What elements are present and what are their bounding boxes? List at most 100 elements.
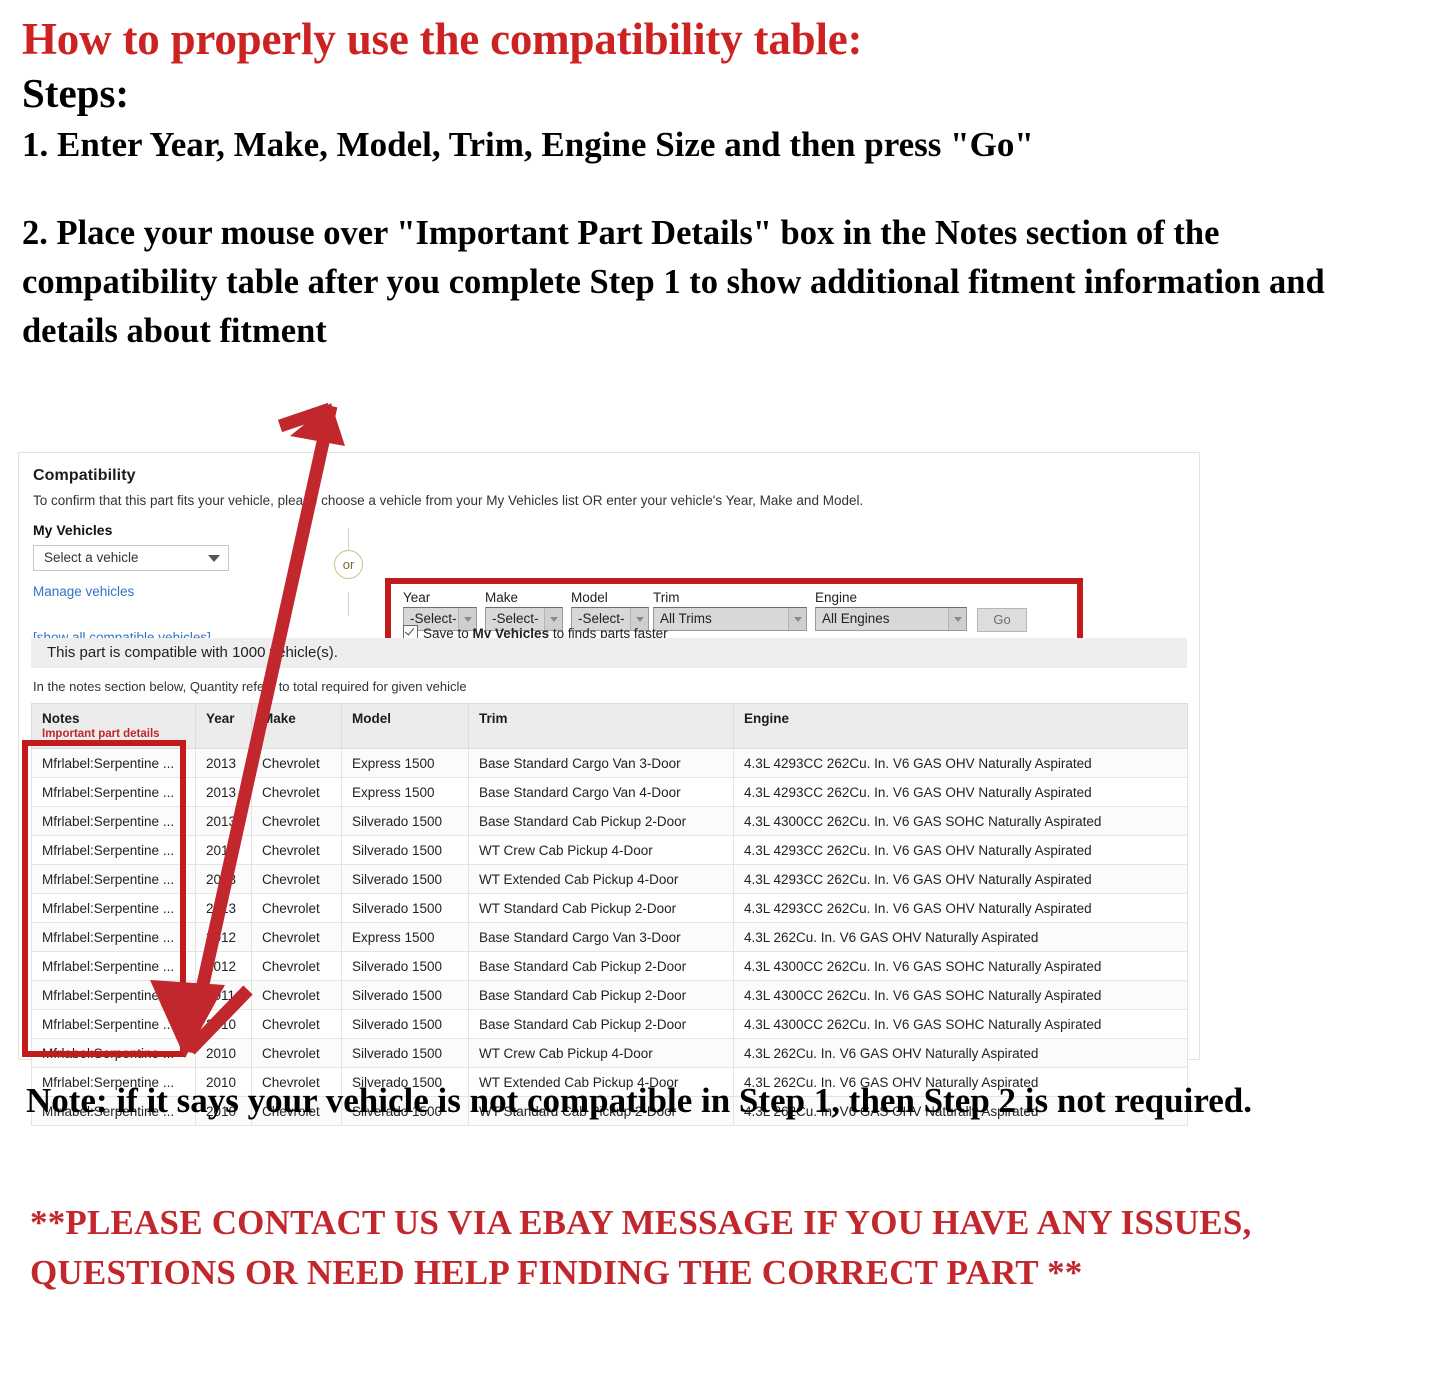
notes-header-label: Notes: [42, 711, 80, 726]
my-vehicles-select[interactable]: Select a vehicle: [33, 545, 229, 571]
cell-notes[interactable]: Mfrlabel:Serpentine ...: [31, 893, 196, 923]
or-line-bottom: [348, 592, 349, 616]
cell-make: Chevrolet: [251, 951, 342, 981]
or-badge: or: [334, 550, 363, 579]
year-label: Year: [403, 590, 431, 605]
cell-trim: WT Extended Cab Pickup 4-Door: [468, 864, 734, 894]
cell-engine: 4.3L 4293CC 262Cu. In. V6 GAS OHV Natura…: [733, 777, 1188, 807]
table-header-row: Notes Important part details Year Make M…: [31, 703, 1188, 749]
cell-notes[interactable]: Mfrlabel:Serpentine ...: [31, 864, 196, 894]
arrow-head-top: [290, 403, 345, 446]
footer-note: Note: if it says your vehicle is not com…: [26, 1081, 1252, 1120]
column-header-make[interactable]: Make: [251, 703, 342, 749]
cell-model: Silverado 1500: [341, 835, 469, 865]
engine-field: Engine All Engines: [815, 590, 967, 631]
trim-field: Trim All Trims: [653, 590, 807, 631]
trim-select[interactable]: All Trims: [653, 607, 807, 631]
cell-engine: 4.3L 4300CC 262Cu. In. V6 GAS SOHC Natur…: [733, 980, 1188, 1010]
cell-trim: Base Standard Cab Pickup 2-Door: [468, 980, 734, 1010]
engine-select-value: All Engines: [822, 611, 890, 626]
cell-notes[interactable]: Mfrlabel:Serpentine ...: [31, 748, 196, 778]
compatibility-heading: Compatibility: [33, 467, 136, 484]
table-row: Mfrlabel:Serpentine ... 2010 Chevrolet Silv…: [31, 1009, 1188, 1039]
column-header-notes[interactable]: Notes Important part details: [31, 703, 196, 749]
cell-notes[interactable]: Mfrlabel:Serpentine ...: [31, 922, 196, 952]
cell-year: 2010: [195, 1009, 252, 1039]
cell-make: Chevrolet: [251, 893, 342, 923]
cell-engine: 4.3L 4300CC 262Cu. In. V6 GAS SOHC Natur…: [733, 1009, 1188, 1039]
cell-trim: Base Standard Cab Pickup 2-Door: [468, 1009, 734, 1039]
cell-notes[interactable]: Mfrlabel:Serpentine ...: [31, 1038, 196, 1068]
cell-trim: Base Standard Cab Pickup 2-Door: [468, 951, 734, 981]
cell-trim: WT Standard Cab Pickup 2-Door: [468, 893, 734, 923]
cell-model: Express 1500: [341, 922, 469, 952]
cell-engine: 4.3L 4293CC 262Cu. In. V6 GAS OHV Natura…: [733, 748, 1188, 778]
cell-notes[interactable]: Mfrlabel:Serpentine ...: [31, 777, 196, 807]
go-button[interactable]: Go: [977, 608, 1027, 632]
make-select-value: -Select-: [492, 611, 539, 626]
cell-make: Chevrolet: [251, 922, 342, 952]
compatible-count-banner: This part is compatible with 1000 vehicl…: [31, 638, 1187, 668]
cell-notes[interactable]: Mfrlabel:Serpentine ...: [31, 806, 196, 836]
step-2-text: 2. Place your mouse over "Important Part…: [22, 213, 1325, 350]
cell-year: 2010: [195, 1038, 252, 1068]
cell-model: Silverado 1500: [341, 864, 469, 894]
chevron-down-icon: [788, 608, 806, 630]
cell-model: Express 1500: [341, 748, 469, 778]
cell-model: Silverado 1500: [341, 1009, 469, 1039]
steps-heading: Steps:: [22, 70, 130, 117]
cell-make: Chevrolet: [251, 777, 342, 807]
model-select-value: -Select-: [578, 611, 625, 626]
compatibility-table: Notes Important part details Year Make M…: [31, 703, 1188, 1126]
cell-notes[interactable]: Mfrlabel:Serpentine ...: [31, 835, 196, 865]
engine-select[interactable]: All Engines: [815, 607, 967, 631]
compatibility-table-body: Mfrlabel:Serpentine ... 2013 Chevrolet Expr…: [31, 748, 1188, 1126]
table-row: Mfrlabel:Serpentine ... 2012 Chevrolet Expr…: [31, 922, 1188, 952]
table-row: Mfrlabel:Serpentine ... 2013 Chevrolet Silv…: [31, 835, 1188, 865]
cell-model: Silverado 1500: [341, 893, 469, 923]
arrow-barb-left: [277, 402, 333, 433]
cell-model: Silverado 1500: [341, 980, 469, 1010]
column-header-model[interactable]: Model: [341, 703, 469, 749]
trim-select-value: All Trims: [660, 611, 712, 626]
table-row: Mfrlabel:Serpentine ... 2012 Chevrolet Silv…: [31, 951, 1188, 981]
engine-label: Engine: [815, 590, 858, 605]
table-row: Mfrlabel:Serpentine ... 2013 Chevrolet Silv…: [31, 864, 1188, 894]
cell-model: Silverado 1500: [341, 951, 469, 981]
model-label: Model: [571, 590, 608, 605]
cell-year: 2013: [195, 893, 252, 923]
cell-engine: 4.3L 4293CC 262Cu. In. V6 GAS OHV Natura…: [733, 864, 1188, 894]
cell-trim: Base Standard Cargo Van 3-Door: [468, 922, 734, 952]
vehicle-picker-row: My Vehicles Select a vehicle Manage vehi…: [31, 522, 1183, 659]
cell-model: Silverado 1500: [341, 1038, 469, 1068]
cell-trim: Base Standard Cargo Van 3-Door: [468, 748, 734, 778]
or-line-top: [348, 528, 349, 550]
cell-notes[interactable]: Mfrlabel:Serpentine ...: [31, 980, 196, 1010]
manage-vehicles-link[interactable]: Manage vehicles: [33, 584, 134, 599]
cell-make: Chevrolet: [251, 864, 342, 894]
make-label: Make: [485, 590, 519, 605]
chevron-down-icon: [208, 555, 220, 562]
table-row: Mfrlabel:Serpentine ... 2013 Chevrolet Silv…: [31, 806, 1188, 836]
cell-year: 2012: [195, 951, 252, 981]
column-header-year[interactable]: Year: [195, 703, 252, 749]
chevron-down-icon: [948, 608, 966, 630]
or-separator: or: [325, 528, 373, 618]
cell-trim: WT Crew Cab Pickup 4-Door: [468, 1038, 734, 1068]
instructions-block: How to properly use the compatibility ta…: [22, 14, 1412, 356]
compatibility-subtext: To confirm that this part fits your vehi…: [33, 493, 864, 508]
table-row: Mfrlabel:Serpentine ... 2010 Chevrolet Silv…: [31, 1038, 1188, 1068]
cell-year: 2013: [195, 806, 252, 836]
column-header-engine[interactable]: Engine: [733, 703, 1188, 749]
column-header-trim[interactable]: Trim: [468, 703, 734, 749]
trim-label: Trim: [653, 590, 680, 605]
cell-trim: Base Standard Cargo Van 4-Door: [468, 777, 734, 807]
cell-model: Express 1500: [341, 777, 469, 807]
cell-notes[interactable]: Mfrlabel:Serpentine ...: [31, 1009, 196, 1039]
cell-year: 2011: [195, 980, 252, 1010]
cell-year: 2012: [195, 922, 252, 952]
cell-engine: 4.3L 4300CC 262Cu. In. V6 GAS SOHC Natur…: [733, 806, 1188, 836]
cell-notes[interactable]: Mfrlabel:Serpentine ...: [31, 951, 196, 981]
cell-make: Chevrolet: [251, 1038, 342, 1068]
go-field: Go: [977, 608, 1027, 632]
